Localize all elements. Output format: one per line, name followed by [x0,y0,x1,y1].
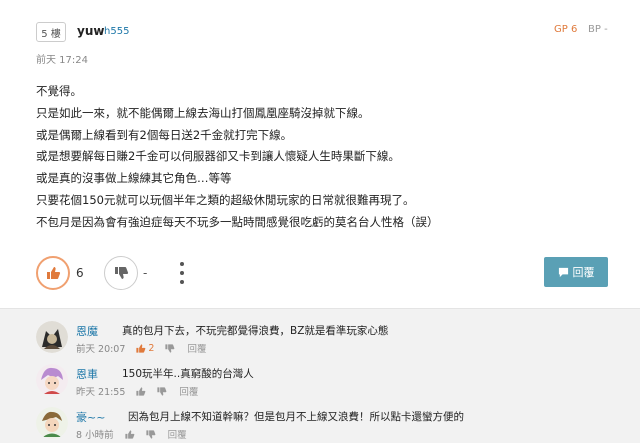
comment-author[interactable]: 豪~~ [76,409,105,425]
comment-gp-button[interactable] [124,429,135,440]
content-line: 不包月是因為會有強迫症每天不玩多一點時間感覺很吃虧的莫名台人性格（誤） [36,214,439,229]
author-id[interactable]: h555 [104,26,129,37]
more-dot-icon [180,270,184,275]
avatar[interactable] [36,321,68,353]
comment-item: 恩車 150玩半年..真窮酸的台灣人 昨天 21:55 回覆 [36,364,626,404]
comment-item: 豪~~ 因為包月上線不知道幹嘛？但是包月不上線又浪費！所以點卡還蠻方便的 8 小… [36,407,626,443]
comment-reply-link[interactable]: 回覆 [187,341,206,355]
gp-count: 6 [76,266,84,280]
comment-reply-link[interactable]: 回覆 [179,384,198,398]
thumbs-up-icon [136,386,146,396]
thumbs-down-icon [165,343,175,353]
bp-count: - [143,266,148,280]
forum-post: 5 樓 yuw h555 前天 17:24 GP 6 BP - 不覺得。 只是如… [0,0,640,443]
more-dot-icon [180,261,184,266]
thumbs-up-icon [124,429,134,439]
comment-text: 真的包月下去，不玩完都覺得浪費，BZ就是看準玩家心態 [122,325,389,337]
thumbs-up-icon [136,343,146,353]
post-time: 前天 17:24 [36,55,88,66]
post-content: 不覺得。 只是如此一來，就不能偶爾上線去海山打個鳳凰座騎沒掉就下線。 或是偶爾上… [36,81,616,234]
comment-text: 因為包月上線不知道幹嘛？但是包月不上線又浪費！所以點卡還蠻方便的 [128,411,464,423]
content-line: 或是想要解每日賺2千金可以伺服器卻又卡到讓人懷疑人生時果斷下線。 [36,149,400,164]
avatar[interactable] [36,364,68,396]
comment-meta: 前天 20:07 2 回覆 [76,341,206,356]
content-line: 只要花個150元就可以玩個半年之類的超級休閒玩家的日常就很難再現了。 [36,192,415,207]
content-line: 只是如此一來，就不能偶爾上線去海山打個鳳凰座騎沒掉就下線。 [36,105,370,120]
reply-button-label: 回覆 [572,266,595,279]
comment-icon [558,267,568,277]
gp-button[interactable] [36,256,70,290]
thumbs-up-icon [47,267,61,279]
author-name[interactable]: yuw [77,24,104,38]
content-line: 不覺得。 [36,84,82,98]
comment-reply-link[interactable]: 回覆 [168,427,187,441]
more-options-button[interactable] [175,259,189,287]
comment-text: 150玩半年..真窮酸的台灣人 [122,368,254,380]
gp-score: GP 6 [554,24,578,35]
comment-time: 前天 20:07 [76,344,126,355]
bp-button[interactable] [104,256,138,290]
bp-score: BP - [588,24,608,35]
thumbs-down-icon [145,429,155,439]
comment-gp-count: 2 [148,342,155,354]
comment-author[interactable]: 恩車 [76,366,98,382]
comment-meta: 昨天 21:55 回覆 [76,384,198,398]
comment-bp-button[interactable] [164,343,175,354]
comment-gp-button[interactable] [135,386,146,397]
comment-bp-button[interactable] [145,429,156,440]
comment-author[interactable]: 恩魔 [76,323,98,339]
floor-badge[interactable]: 5 樓 [36,22,66,42]
comment-time: 昨天 21:55 [76,387,126,398]
comment-meta: 8 小時前 回覆 [76,427,187,441]
comments-section: 恩魔 真的包月下去，不玩完都覺得浪費，BZ就是看準玩家心態 前天 20:07 2… [0,308,640,443]
comment-bp-button[interactable] [156,386,167,397]
avatar[interactable] [36,407,68,439]
more-dot-icon [180,280,184,285]
comment-time: 8 小時前 [76,430,114,441]
comment-gp-button[interactable]: 2 [135,343,154,354]
thumbs-down-icon [115,267,129,279]
reply-button[interactable]: 回覆 [544,257,608,287]
content-line: 或是真的沒事做上線練其它角色…等等 [36,171,232,186]
thumbs-down-icon [157,386,167,396]
comment-item: 恩魔 真的包月下去，不玩完都覺得浪費，BZ就是看準玩家心態 前天 20:07 2… [36,321,626,361]
content-line: 或是偶爾上線看到有2個每日送2千金就打完下線。 [36,127,293,142]
